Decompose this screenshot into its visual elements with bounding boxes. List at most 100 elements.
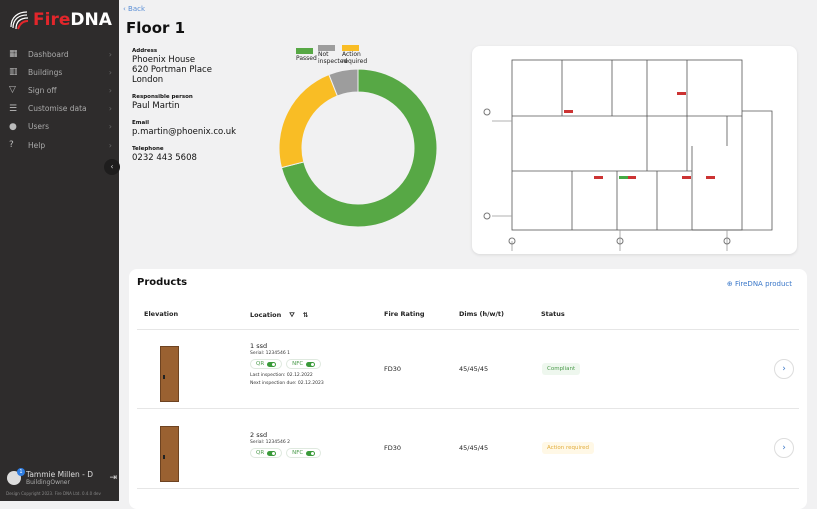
qr-toggle[interactable]: QR [250, 359, 283, 369]
floor-plan[interactable] [472, 46, 797, 254]
users-icon: ● [9, 121, 17, 132]
product-name: 1 ssd [250, 342, 268, 350]
table-row[interactable]: 1 ssd Serial: 1234546 1 QR NFC Last inspe… [129, 330, 807, 408]
address-label: Address [132, 48, 158, 54]
sidebar-item-help[interactable]: ? Help › [0, 136, 119, 154]
open-product-button[interactable]: › [774, 438, 794, 458]
building-icon: ▥ [9, 67, 18, 78]
divider [137, 488, 799, 489]
email-value[interactable]: p.martin@phoenix.co.uk [132, 127, 236, 137]
sidebar-item-customise-data[interactable]: ☰ Customise data › [0, 100, 119, 118]
notification-badge: 1 [17, 468, 25, 476]
table-row[interactable]: 2 ssd Serial: 1234546 2 QR NFC FD30 45/45… [129, 409, 807, 489]
sidebar-item-dashboard[interactable]: ▦ Dashboard › [0, 45, 119, 63]
sidebar-item-label: Sign off [28, 85, 57, 95]
toggle-on-icon [267, 450, 277, 456]
chevron-right-icon: › [108, 140, 112, 150]
fire-rating: FD30 [384, 444, 402, 452]
sidebar-item-sign-off[interactable]: ▽ Sign off › [0, 81, 119, 99]
sidebar-item-buildings[interactable]: ▥ Buildings › [0, 63, 119, 81]
fire-rating: FD30 [384, 365, 402, 373]
add-product-label: FireDNA product [734, 280, 792, 288]
sort-icon[interactable]: ⇅ [303, 311, 308, 319]
logout-icon[interactable]: ⇥ [109, 473, 117, 483]
sidebar-item-label: Users [28, 122, 50, 132]
dims: 45/45/45 [459, 444, 489, 452]
floor-info: Address Phoenix House 620 Portman Place … [132, 48, 236, 172]
legend-label: Not inspected [318, 51, 348, 65]
phone-value: 0232 443 5608 [132, 153, 197, 163]
toggle-on-icon [306, 450, 316, 456]
door-image [160, 346, 179, 402]
avatar: 1 [7, 468, 25, 485]
product-name: 2 ssd [250, 431, 268, 439]
chevron-right-icon: › [108, 85, 112, 95]
last-inspection: Last inspection: 02.12.2022 [250, 373, 313, 378]
toggle-on-icon [306, 361, 316, 367]
sidebar-item-label: Buildings [28, 67, 63, 77]
chevron-right-icon: › [108, 67, 112, 77]
phone-label: Telephone [132, 146, 164, 152]
plus-circle-icon: ⊕ [726, 280, 735, 288]
products-title: Products [137, 277, 188, 288]
next-inspection: Next inspection due: 02.12.2023 [250, 381, 324, 386]
logo-text-fire: Fire [33, 10, 71, 30]
status-badge: Action required [542, 442, 595, 454]
chevron-right-icon: › [108, 122, 112, 132]
col-location-label: Location [250, 311, 282, 319]
signoff-icon: ▽ [9, 85, 16, 96]
products-panel: Products ⊕ FireDNA product Elevation Loc… [129, 269, 807, 509]
legend-not-inspected: Not inspected [318, 44, 347, 65]
chevron-right-icon: › [108, 104, 112, 114]
qr-label: QR [256, 361, 265, 367]
person-value: Paul Martin [132, 101, 180, 111]
back-link[interactable]: ‹ Back [123, 5, 145, 13]
floor-plan-drawing [483, 59, 773, 251]
sidebar-item-label: Help [28, 140, 46, 150]
address-line: London [132, 75, 164, 85]
qr-toggle[interactable]: QR [250, 448, 283, 458]
firedna-logo: Fire DNA [8, 9, 112, 31]
product-serial: Serial: 1234546 2 [250, 440, 291, 445]
logo-swirl-icon [10, 11, 29, 30]
col-elevation: Elevation [144, 310, 179, 318]
toggle-on-icon [267, 361, 277, 367]
copyright: Design Copyright 2023. Fire DNA Ltd. 0.4… [6, 491, 101, 496]
status-donut-chart [278, 68, 438, 228]
user-profile[interactable]: 1 Tammie Millen - D BuildingOwner ⇥ [7, 468, 117, 486]
open-product-button[interactable]: › [774, 359, 794, 379]
dims: 45/45/45 [459, 365, 489, 373]
sidebar: Fire DNA ▦ Dashboard › ▥ Buildings › ▽ Sign of… [0, 0, 120, 501]
address-line: Phoenix House [132, 55, 196, 65]
back-label: Back [128, 5, 146, 13]
door-image [160, 426, 179, 482]
add-product-button[interactable]: ⊕ FireDNA product [727, 280, 792, 288]
col-status: Status [541, 310, 565, 318]
col-fire-rating: Fire Rating [384, 310, 425, 318]
status-badge: Compliant [542, 363, 581, 375]
donut-slice-action-required[interactable] [278, 73, 339, 169]
help-icon: ? [9, 140, 14, 151]
nfc-label: NFC [292, 361, 304, 367]
filter-icon[interactable]: ⛛ [289, 311, 294, 319]
col-dims: Dims (h/w/t) [459, 310, 504, 318]
page-title: Floor 1 [126, 19, 186, 37]
user-role: BuildingOwner [26, 479, 70, 486]
nfc-label: NFC [292, 450, 304, 456]
legend-swatch [318, 44, 335, 51]
chevron-right-icon: › [108, 49, 112, 59]
col-location[interactable]: Location ⛛ ⇅ [250, 311, 308, 320]
grid-icon: ▦ [9, 49, 18, 60]
nfc-toggle[interactable]: NFC [286, 359, 322, 369]
sidebar-item-label: Customise data [28, 104, 87, 114]
sidebar-item-users[interactable]: ● Users › [0, 118, 119, 136]
nfc-toggle[interactable]: NFC [286, 448, 322, 458]
email-label: Email [132, 120, 149, 126]
logo-text-dna: DNA [70, 10, 112, 30]
person-label: Responsible person [132, 94, 193, 100]
qr-label: QR [256, 450, 265, 456]
product-serial: Serial: 1234546 1 [250, 351, 291, 356]
collapse-sidebar-button[interactable]: ‹ [104, 159, 120, 175]
address-line: 620 Portman Place [132, 65, 212, 75]
user-name: Tammie Millen - D [26, 470, 93, 479]
